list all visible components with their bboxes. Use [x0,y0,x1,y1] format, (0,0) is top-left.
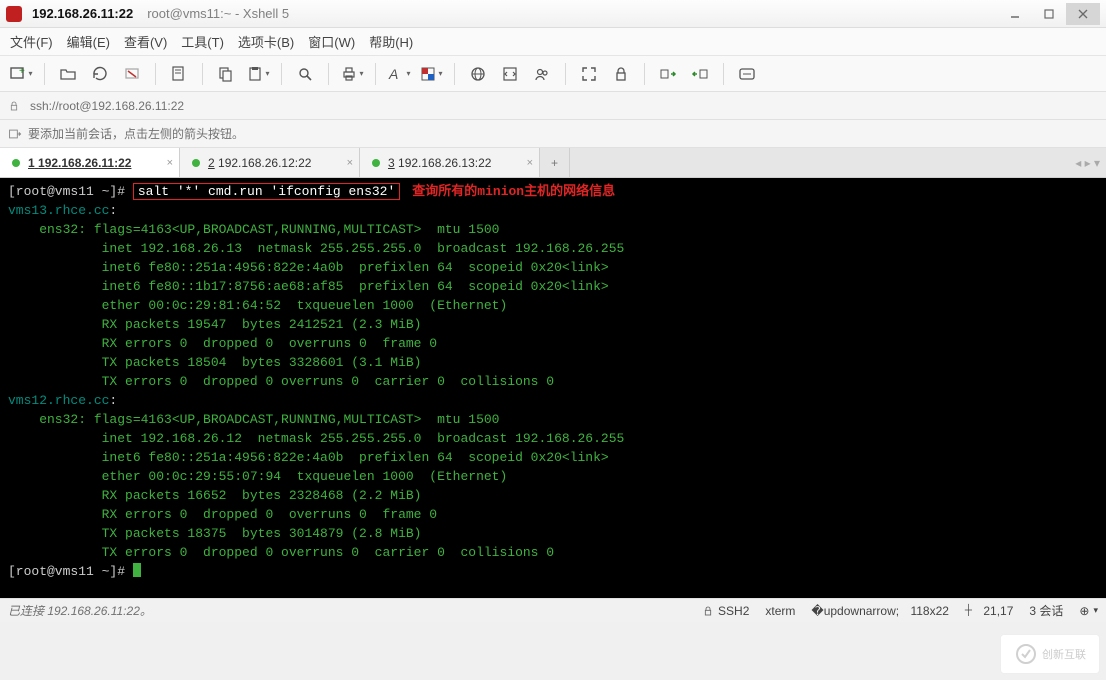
output-line: inet6 fe80::1b17:8756:ae68:af85 prefixle… [8,279,609,294]
minimize-button[interactable] [998,3,1032,25]
fullscreen-button[interactable] [576,61,602,87]
window-subtitle: root@vms11:~ - Xshell 5 [147,6,289,21]
host2-name: vms12.rhce.cc [8,393,109,408]
output-line: inet 192.168.26.13 netmask 255.255.255.0… [8,241,624,256]
status-bar: 已连接 192.168.26.11:22。 SSH2 xterm �updown… [0,598,1106,622]
output-line: ens32: flags=4163<UP,BROADCAST,RUNNING,M… [8,222,499,237]
output-line: ether 00:0c:29:55:07:94 txqueuelen 1000 … [8,469,507,484]
app-icon [6,6,22,22]
output-line: ether 00:0c:29:81:64:52 txqueuelen 1000 … [8,298,507,313]
watermark-logo: 创新互联 [1000,634,1100,674]
output-line: RX errors 0 dropped 0 overruns 0 frame 0 [8,336,437,351]
menu-tools[interactable]: 工具(T) [181,32,224,51]
status-dot-icon [12,159,20,167]
lock-button[interactable] [608,61,634,87]
compose-button[interactable] [734,61,760,87]
status-menu[interactable]: ⊕▾ [1079,604,1098,618]
toolbar: +▾ ▾ ▾ A▾ ▾ [0,56,1106,92]
print-button[interactable]: ▾ [339,61,365,87]
close-tab-icon[interactable]: × [167,157,173,169]
script-button[interactable] [497,61,523,87]
status-dot-icon [192,159,200,167]
new-session-button[interactable]: +▾ [8,61,34,87]
tabs-nav[interactable]: ◂ ▸ ▾ [1069,148,1106,177]
menu-bar: 文件(F) 编辑(E) 查看(V) 工具(T) 选项卡(B) 窗口(W) 帮助(… [0,28,1106,56]
output-line: RX packets 16652 bytes 2328468 (2.2 MiB) [8,488,421,503]
connection-status: 已连接 192.168.26.11:22。 [8,602,152,619]
transfer-right-button[interactable] [687,61,713,87]
tab-session-3[interactable]: 3 192.168.26.13:22 × [360,148,540,177]
transfer-left-button[interactable] [655,61,681,87]
search-button[interactable] [292,61,318,87]
status-proto: SSH2 [702,604,749,618]
prompt: [root@vms11 ~]# [8,564,125,579]
color-button[interactable]: ▾ [418,61,444,87]
hint-text: 要添加当前会话，点击左侧的箭头按钮。 [28,125,244,142]
hint-bar: 要添加当前会话，点击左侧的箭头按钮。 [0,120,1106,148]
menu-edit[interactable]: 编辑(E) [67,32,110,51]
session-tabs: 1 192.168.26.11:22 × 2 192.168.26.12:22 … [0,148,1106,178]
host1-name: vms13.rhce.cc [8,203,109,218]
terminal[interactable]: [root@vms11 ~]# salt '*' cmd.run 'ifconf… [0,178,1106,598]
output-line: inet 192.168.26.12 netmask 255.255.255.0… [8,431,624,446]
output-line: inet6 fe80::251a:4956:822e:4a0b prefixle… [8,450,609,465]
command-highlight: salt '*' cmd.run 'ifconfig ens32' [133,183,400,200]
window-ip: 192.168.26.11:22 [32,6,133,21]
status-pos: ┼ 21,17 [965,604,1013,618]
annotation-text: 查询所有的minion主机的网络信息 [412,184,615,199]
status-term: xterm [765,604,795,618]
maximize-button[interactable] [1032,3,1066,25]
svg-text:A: A [388,66,398,82]
output-line: ens32: flags=4163<UP,BROADCAST,RUNNING,M… [8,412,499,427]
svg-text:+: + [19,66,25,77]
output-line: TX packets 18375 bytes 3014879 (2.8 MiB) [8,526,421,541]
output-line: TX errors 0 dropped 0 overruns 0 carrier… [8,374,554,389]
disconnect-button[interactable] [119,61,145,87]
menu-help[interactable]: 帮助(H) [369,32,413,51]
menu-window[interactable]: 窗口(W) [308,32,355,51]
address-input[interactable]: ssh://root@192.168.26.11:22 [26,97,1098,115]
copy-button[interactable] [213,61,239,87]
add-tab-button[interactable]: + [540,148,570,177]
output-line: TX errors 0 dropped 0 overruns 0 carrier… [8,545,554,560]
output-line: TX packets 18504 bytes 3328601 (3.1 MiB) [8,355,421,370]
status-sessions: 3 会话 [1029,602,1063,619]
menu-file[interactable]: 文件(F) [10,32,53,51]
users-button[interactable] [529,61,555,87]
status-size: �updownarrow; 118x22 [811,604,949,618]
font-button[interactable]: A▾ [386,61,412,87]
tab-session-1[interactable]: 1 192.168.26.11:22 × [0,148,180,177]
output-line: inet6 fe80::251a:4956:822e:4a0b prefixle… [8,260,609,275]
paste-button[interactable]: ▾ [245,61,271,87]
menu-view[interactable]: 查看(V) [124,32,167,51]
close-tab-icon[interactable]: × [347,157,353,169]
properties-button[interactable] [166,61,192,87]
open-folder-button[interactable] [55,61,81,87]
prompt: [root@vms11 ~]# [8,184,125,199]
title-bar: 192.168.26.11:22 root@vms11:~ - Xshell 5 [0,0,1106,28]
cursor [133,563,141,577]
reconnect-button[interactable] [87,61,113,87]
output-line: RX errors 0 dropped 0 overruns 0 frame 0 [8,507,437,522]
menu-tabs[interactable]: 选项卡(B) [238,32,294,51]
close-button[interactable] [1066,3,1100,25]
globe-button[interactable] [465,61,491,87]
tab-session-2[interactable]: 2 192.168.26.12:22 × [180,148,360,177]
address-bar: ssh://root@192.168.26.11:22 [0,92,1106,120]
add-session-arrow-icon[interactable] [8,127,22,141]
status-dot-icon [372,159,380,167]
output-line: RX packets 19547 bytes 2412521 (2.3 MiB) [8,317,421,332]
close-tab-icon[interactable]: × [527,157,533,169]
lock-icon [8,100,20,112]
